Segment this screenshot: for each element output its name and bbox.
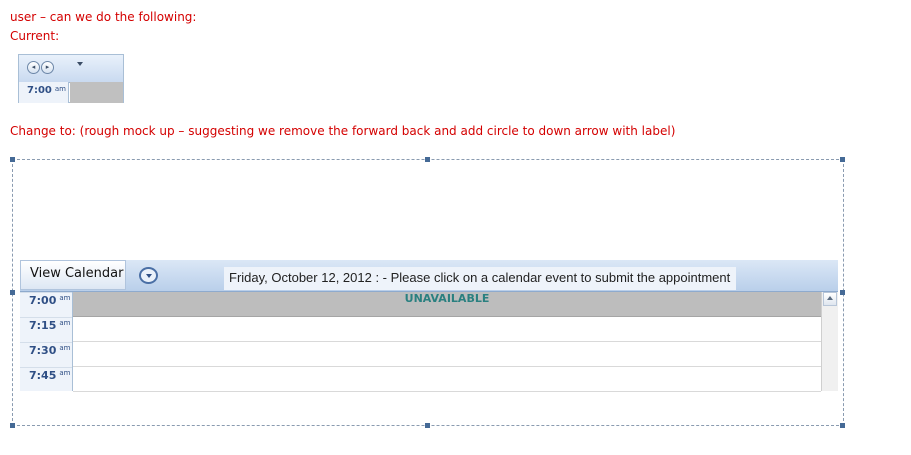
unavailable-slot[interactable]: UNAVAILABLE xyxy=(73,292,821,317)
current-toolbar: ◂ ▸ xyxy=(19,55,123,83)
time-text: 7:15 xyxy=(29,319,57,332)
time-slot[interactable] xyxy=(73,342,821,367)
time-label: 7:45 am xyxy=(20,367,72,392)
note-current: Current: xyxy=(10,29,60,43)
current-time-label: 7:00 am xyxy=(19,82,69,103)
time-column: 7:00 am 7:15 am 7:30 am 7:45 am xyxy=(20,292,73,391)
resize-handle[interactable] xyxy=(840,423,845,428)
time-text: 7:45 xyxy=(29,369,57,382)
current-calendar-snippet: ◂ ▸ 7:00 am xyxy=(18,54,124,103)
note-change-to: Change to: (rough mock up – suggesting w… xyxy=(10,124,676,138)
back-arrow-icon[interactable]: ◂ xyxy=(27,61,40,74)
view-calendar-button[interactable]: View Calendar xyxy=(20,260,126,290)
scroll-up-icon[interactable] xyxy=(823,292,837,306)
time-label: 7:00 am xyxy=(20,292,72,317)
forward-arrow-icon[interactable]: ▸ xyxy=(41,61,54,74)
resize-handle[interactable] xyxy=(10,290,15,295)
ampm-text: am xyxy=(59,294,71,302)
date-instruction-label: Friday, October 12, 2012 : - Please clic… xyxy=(224,267,737,290)
time-slot[interactable] xyxy=(73,367,821,392)
time-text: 7:00 xyxy=(27,85,52,96)
resize-handle[interactable] xyxy=(10,423,15,428)
time-text: 7:00 xyxy=(29,294,57,307)
resize-handle[interactable] xyxy=(840,290,845,295)
current-slot[interactable] xyxy=(70,82,123,103)
vertical-scrollbar[interactable] xyxy=(821,292,838,391)
ampm-text: am xyxy=(59,344,71,352)
circle-down-arrow-icon[interactable] xyxy=(139,267,158,284)
ampm-text: am xyxy=(59,319,71,327)
resize-handle[interactable] xyxy=(10,157,15,162)
time-slot[interactable] xyxy=(73,317,821,342)
ampm-text: am xyxy=(59,369,71,377)
ampm-text: am xyxy=(54,85,66,93)
time-text: 7:30 xyxy=(29,344,57,357)
chevron-down-icon[interactable] xyxy=(77,62,83,66)
resize-handle[interactable] xyxy=(425,157,430,162)
resize-handle[interactable] xyxy=(425,423,430,428)
time-label: 7:15 am xyxy=(20,317,72,342)
mockup-calendar: View Calendar Friday, October 12, 2012 :… xyxy=(20,260,838,392)
time-label: 7:30 am xyxy=(20,342,72,367)
resize-handle[interactable] xyxy=(840,157,845,162)
note-request: user – can we do the following: xyxy=(10,10,197,24)
calendar-header: View Calendar Friday, October 12, 2012 :… xyxy=(20,260,838,292)
